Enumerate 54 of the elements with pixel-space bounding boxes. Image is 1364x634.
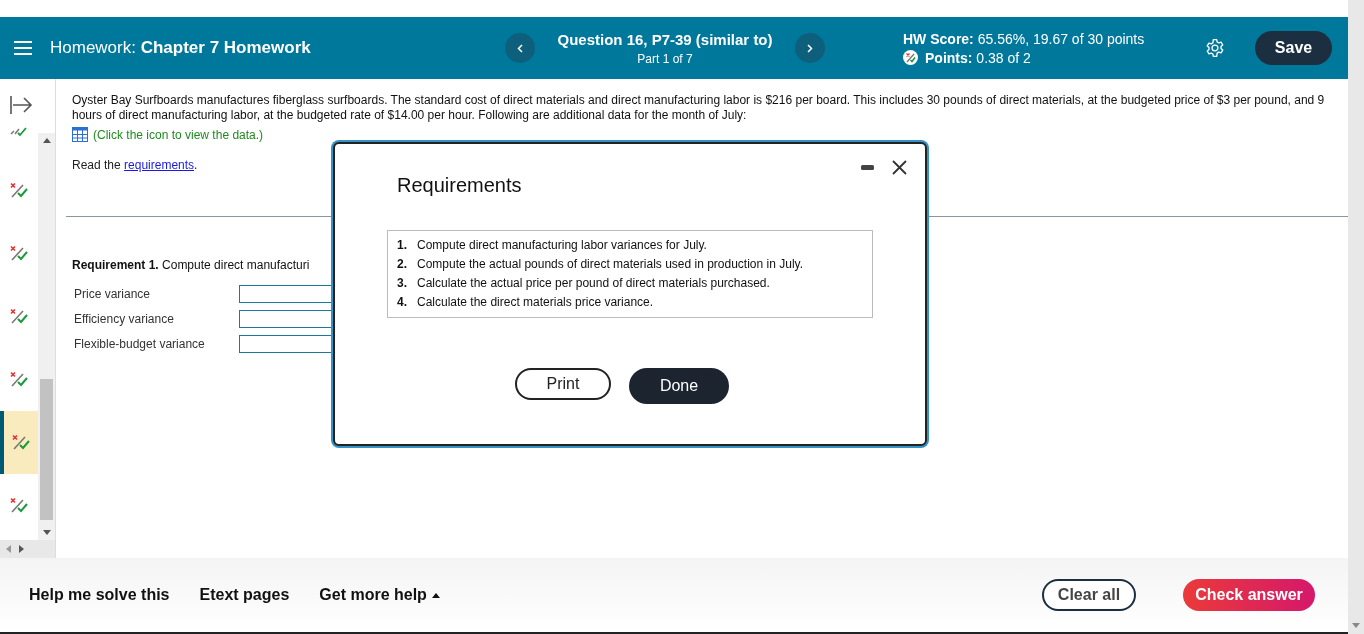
settings-icon[interactable] — [1205, 38, 1225, 58]
homework-title: Homework: Chapter 7 Homework — [50, 38, 312, 58]
scroll-down-icon[interactable] — [1352, 623, 1360, 628]
field-label: Flexible-budget variance — [73, 337, 206, 351]
field-label: Price variance — [73, 287, 152, 301]
item-number: 3. — [397, 276, 408, 290]
print-button[interactable]: Print — [515, 368, 611, 400]
requirement-item: Compute the actual pounds of direct materials used in production in July. — [417, 257, 803, 271]
partial-credit-icon — [9, 496, 29, 515]
horizontal-scrollbar[interactable] — [0, 540, 55, 558]
expand-panel-icon[interactable] — [9, 95, 33, 115]
caret-up-icon — [431, 592, 440, 598]
dialog-title: Requirements — [397, 174, 523, 197]
partial-credit-icon — [9, 181, 29, 200]
requirement-item: Calculate the actual price per pound of direct materials purchased. — [417, 276, 770, 290]
scroll-down-icon[interactable] — [42, 530, 51, 535]
partial-credit-icon — [11, 433, 31, 452]
scrollbar[interactable] — [38, 133, 55, 540]
requirement-text: Requirement 1. Compute direct manufacturi — [72, 258, 310, 272]
question-status-item[interactable] — [0, 411, 38, 474]
partial-credit-icon — [9, 370, 29, 389]
close-icon[interactable] — [892, 160, 907, 175]
partial-credit-icon — [9, 307, 29, 326]
more-help-button[interactable]: Get more help — [319, 586, 440, 604]
item-number: 2. — [397, 257, 408, 271]
menu-icon[interactable] — [14, 41, 32, 55]
hw-score: HW Score: 65.56%, 19.67 of 30 points — [903, 30, 1146, 47]
question-title: Question 16, P7-39 (similar to) — [556, 30, 774, 48]
scroll-right-icon[interactable] — [19, 545, 24, 553]
partial-credit-icon — [9, 244, 29, 263]
save-button[interactable]: Save — [1255, 31, 1332, 65]
item-number: 1. — [397, 238, 408, 252]
field-label: Efficiency variance — [73, 312, 175, 326]
clear-all-button[interactable]: Clear all — [1042, 579, 1136, 611]
scroll-left-icon[interactable] — [6, 545, 11, 553]
data-link[interactable]: (Click the icon to view the data.) — [93, 127, 264, 142]
done-button[interactable]: Done — [629, 368, 729, 404]
partial-credit-icon — [903, 50, 918, 65]
part-label: Part 1 of 7 — [636, 51, 694, 66]
help-link[interactable]: Etext pages — [199, 586, 290, 604]
problem-text: Oyster Bay Surfboards manufactures fiberglass surfboards. The standard cost of direct materials and direct manufacturing labor is $216 per board. This includes 30 pounds of direct materials, at the budgeted price of $3 per pound, and 9 hours of direct manufacturing labor, at the budgeted rate of $14.00 per hour. Following are additional data for the month of July: — [72, 93, 1326, 123]
help-link[interactable]: Help me solve this — [29, 586, 170, 604]
chevron-right-icon — [807, 43, 813, 53]
requirement-item: Compute direct manufacturing labor variances for July. — [417, 238, 707, 252]
points-label: Points: 0.38 of 2 — [925, 49, 1031, 66]
chevron-left-icon — [517, 43, 523, 53]
item-number: 4. — [397, 295, 408, 309]
double-check-icon — [10, 125, 28, 137]
table-icon[interactable] — [72, 127, 88, 142]
minimize-icon[interactable] — [861, 165, 874, 170]
page-scrollbar[interactable] — [1348, 0, 1364, 634]
scroll-up-icon[interactable] — [42, 138, 51, 143]
check-answer-button[interactable]: Check answer — [1183, 579, 1315, 611]
requirement-item: Calculate the direct materials price variance. — [417, 295, 654, 309]
